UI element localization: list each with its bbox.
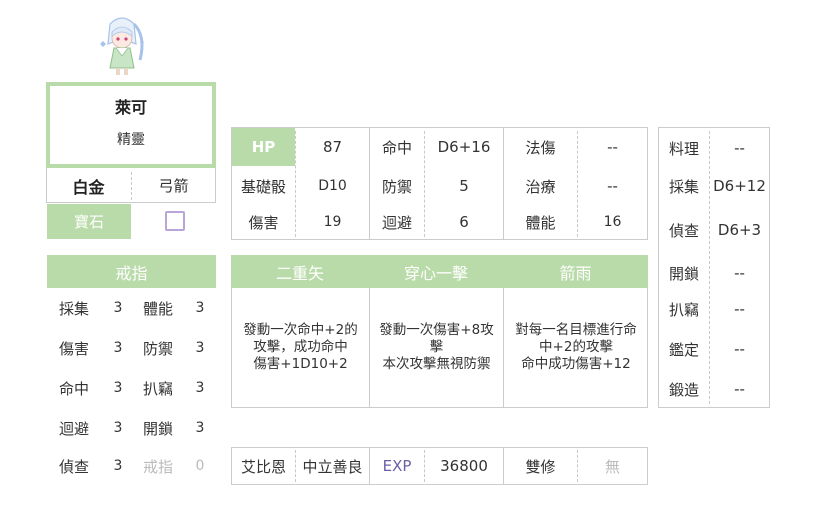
skill-description: 發動一次傷害+8攻 擊 本次攻擊無視防禦 [379, 322, 494, 372]
base-dice-label: 基礎骰 [240, 177, 286, 196]
magic-damage-value: -- [607, 138, 618, 156]
exp-label: EXP [382, 457, 412, 475]
ability-label: 鍛造 [668, 380, 699, 399]
ability-value: -- [734, 340, 745, 358]
ability-label: 料理 [668, 139, 699, 158]
magic-damage-label: 法傷 [525, 138, 556, 157]
damage-label: 傷害 [248, 213, 279, 232]
deity-label: 艾比恩 [240, 457, 286, 476]
ring-stat-label: 偵查 [58, 457, 89, 476]
physique-label: 體能 [525, 213, 556, 232]
character-race: 精靈 [117, 132, 145, 148]
evasion-label: 迴避 [381, 213, 412, 232]
ability-value: -- [734, 139, 745, 157]
ability-value: D6+3 [717, 221, 762, 239]
physique-value: 16 [603, 214, 622, 230]
name-card: 萊可 精靈 [46, 82, 216, 168]
ring-stat-label: 扒竊 [142, 379, 173, 398]
ring-stat-value: 3 [113, 380, 123, 396]
character-name: 萊可 [114, 98, 147, 117]
ability-label: 扒竊 [668, 300, 699, 319]
ability-label: 鑑定 [668, 340, 699, 359]
ring-stat-label: 傷害 [58, 339, 89, 358]
evasion-value: 6 [459, 213, 469, 231]
ring-stat-label: 採集 [58, 299, 89, 318]
hp-label: HP [251, 138, 276, 156]
ring-stat-value: 3 [113, 340, 123, 356]
ring-stat-label: 命中 [58, 379, 89, 398]
avatar [96, 14, 148, 78]
ability-value: -- [734, 300, 745, 318]
skill-name: 二重矢 [275, 263, 324, 283]
ring-stat-value: 3 [113, 300, 123, 316]
class-label: 弓箭 [158, 177, 189, 195]
damage-value: 19 [323, 214, 342, 230]
hit-value: D6+16 [437, 138, 491, 156]
ring-stat-value: 3 [195, 380, 205, 396]
gem-checkbox[interactable] [165, 211, 185, 231]
ring-stat-label: 體能 [142, 299, 173, 318]
ring-stat-label: 開鎖 [142, 419, 173, 438]
ability-label: 偵查 [668, 221, 699, 240]
ring-stat-value: 3 [195, 420, 205, 436]
ability-value: D6+12 [713, 177, 766, 195]
ring-stat-value: 3 [113, 420, 123, 436]
exp-value: 36800 [440, 457, 488, 475]
ability-value: -- [734, 380, 745, 398]
ring-stat-label: 防禦 [142, 339, 173, 358]
ring-stat-value: 3 [113, 458, 123, 474]
ring-stat-value: 3 [195, 340, 205, 356]
alignment-label: 中立善良 [302, 457, 363, 476]
base-dice-value: D10 [318, 178, 347, 194]
defense-value: 5 [459, 177, 469, 195]
ring-stat-label: 戒指 [142, 457, 173, 476]
dual-class-label: 雙修 [525, 457, 556, 476]
ring-stat-value: 0 [195, 458, 205, 474]
heal-label: 治療 [525, 177, 556, 196]
gem-label: 寶石 [47, 204, 131, 239]
skill-description: 發動一次命中+2的 攻擊，成功命中 傷害+1D10+2 [243, 322, 358, 372]
ring-title: 戒指 [47, 255, 216, 288]
dual-class-value: 無 [604, 457, 620, 476]
ability-label: 開鎖 [668, 264, 699, 283]
ability-label: 採集 [668, 177, 699, 196]
hit-label: 命中 [381, 138, 412, 157]
hp-value: 87 [322, 138, 343, 156]
skill-description: 對每一名目標進行命 中+2的攻擊 命中成功傷害+12 [515, 322, 637, 372]
defense-label: 防禦 [381, 177, 412, 196]
ring-stat-label: 迴避 [58, 419, 89, 438]
rank-label: 白金 [72, 177, 105, 197]
skill-name: 穿心一擊 [403, 263, 468, 283]
ring-stat-value: 3 [195, 300, 205, 316]
ability-value: -- [734, 264, 745, 282]
heal-value: -- [607, 177, 618, 195]
skill-name: 箭雨 [559, 263, 592, 283]
